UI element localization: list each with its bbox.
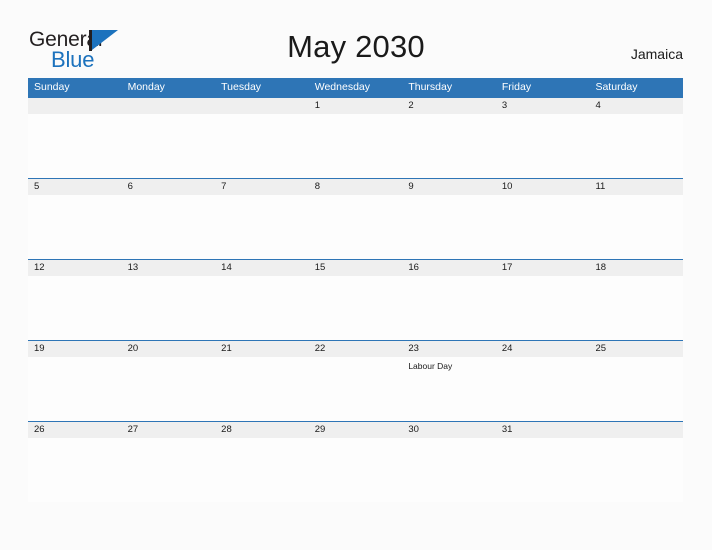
day-event[interactable] [215,357,309,421]
week-date-band: 26 27 28 29 30 31 [28,421,683,438]
day-number[interactable]: 29 [309,422,403,438]
day-event[interactable] [122,276,216,340]
day-event[interactable] [122,114,216,178]
day-number[interactable]: 3 [496,98,590,114]
day-number[interactable]: 18 [589,260,683,276]
day-event[interactable] [215,438,309,502]
weekday-header-friday: Friday [501,81,532,93]
week-row: 1 2 3 4 [28,97,683,178]
day-event[interactable] [589,357,683,421]
day-number[interactable]: 7 [215,179,309,195]
day-number[interactable]: 2 [402,98,496,114]
day-event[interactable] [402,276,496,340]
week-row: 12 13 14 15 16 17 18 [28,259,683,340]
day-event[interactable] [309,357,403,421]
week-date-band: 1 2 3 4 [28,97,683,114]
week-date-band: 12 13 14 15 16 17 18 [28,259,683,276]
day-event[interactable] [28,276,122,340]
week-row: 19 20 21 22 23 24 25 Labour Day [28,340,683,421]
day-number[interactable]: 27 [122,422,216,438]
day-event[interactable] [122,195,216,259]
day-number[interactable]: 19 [28,341,122,357]
day-number[interactable] [28,98,122,114]
country-label: Jamaica [630,46,683,62]
day-number[interactable]: 17 [496,260,590,276]
day-event[interactable] [309,438,403,502]
day-number[interactable]: 10 [496,179,590,195]
week-event-band [28,438,683,502]
weekday-header-row: Sunday Monday Tuesday Wednesday Thursday… [28,78,683,97]
day-number[interactable]: 28 [215,422,309,438]
day-number[interactable]: 9 [402,179,496,195]
day-number[interactable]: 11 [589,179,683,195]
calendar-page: General Blue May 2030 Jamaica Sunday Mon… [0,0,712,550]
day-number[interactable]: 5 [28,179,122,195]
day-event[interactable] [589,114,683,178]
weekday-header-sunday: Sunday [34,81,70,93]
day-event[interactable] [496,276,590,340]
week-event-band [28,114,683,178]
day-event[interactable] [28,114,122,178]
day-number[interactable]: 4 [589,98,683,114]
day-event[interactable] [589,438,683,502]
weekday-header-saturday: Saturday [595,81,638,93]
day-number[interactable]: 12 [28,260,122,276]
weekday-header-wednesday: Wednesday [314,81,370,93]
day-event[interactable] [309,114,403,178]
day-number[interactable]: 16 [402,260,496,276]
day-number[interactable]: 24 [496,341,590,357]
day-number[interactable] [122,98,216,114]
day-number[interactable]: 1 [309,98,403,114]
day-number[interactable]: 25 [589,341,683,357]
day-event[interactable] [215,276,309,340]
day-event[interactable] [122,438,216,502]
day-event[interactable] [309,195,403,259]
day-number[interactable]: 26 [28,422,122,438]
day-number[interactable]: 8 [309,179,403,195]
day-event[interactable] [215,114,309,178]
weekday-header-tuesday: Tuesday [221,81,262,93]
week-event-band [28,276,683,340]
day-number[interactable] [589,422,683,438]
day-number[interactable]: 20 [122,341,216,357]
calendar-grid: Sunday Monday Tuesday Wednesday Thursday… [28,78,683,502]
day-event[interactable] [496,114,590,178]
week-row: 26 27 28 29 30 31 [28,421,683,502]
week-event-band [28,195,683,259]
day-number[interactable]: 23 [402,341,496,357]
day-event[interactable] [589,195,683,259]
day-event[interactable] [496,438,590,502]
day-number[interactable]: 15 [309,260,403,276]
day-event[interactable] [496,195,590,259]
day-number[interactable]: 21 [215,341,309,357]
day-event[interactable] [402,195,496,259]
day-number[interactable]: 6 [122,179,216,195]
day-event[interactable] [28,357,122,421]
day-number[interactable]: 22 [309,341,403,357]
week-row: 5 6 7 8 9 10 11 [28,178,683,259]
day-event[interactable] [402,438,496,502]
day-number[interactable]: 13 [122,260,216,276]
day-event[interactable] [496,357,590,421]
page-header: General Blue May 2030 Jamaica [0,0,712,76]
day-event[interactable] [402,114,496,178]
page-title: May 2030 [287,29,425,64]
weekday-header-thursday: Thursday [408,81,453,93]
day-event[interactable] [215,195,309,259]
week-event-band: Labour Day [28,357,683,421]
day-event[interactable] [28,438,122,502]
day-event[interactable] [28,195,122,259]
day-event-labour-day[interactable]: Labour Day [402,357,496,421]
day-number[interactable]: 31 [496,422,590,438]
day-event[interactable] [589,276,683,340]
day-event[interactable] [122,357,216,421]
day-number[interactable]: 14 [215,260,309,276]
day-number[interactable] [215,98,309,114]
day-number[interactable]: 30 [402,422,496,438]
week-date-band: 5 6 7 8 9 10 11 [28,178,683,195]
week-date-band: 19 20 21 22 23 24 25 [28,340,683,357]
weekday-header-monday: Monday [127,81,165,93]
day-event[interactable] [309,276,403,340]
